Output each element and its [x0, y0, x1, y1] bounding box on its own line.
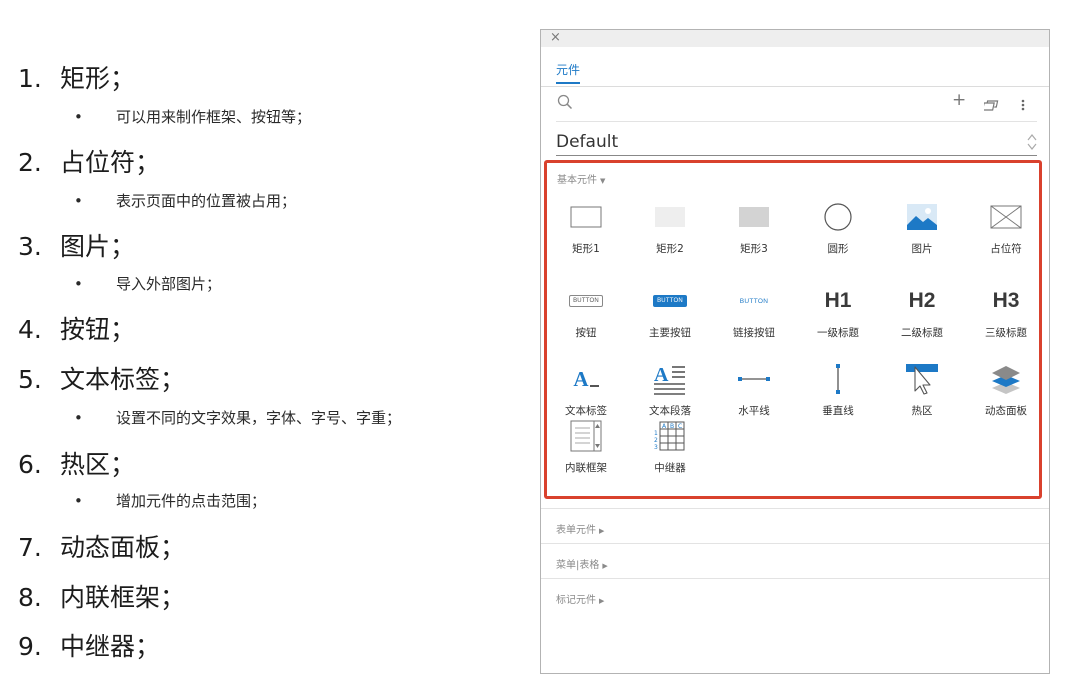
note-bullet-2: • 表示页面中的位置被占用； [74, 192, 297, 210]
repeater-icon: A B C 1 2 3 [630, 418, 710, 454]
widget-placeholder[interactable]: 占位符 [966, 199, 1046, 259]
widget-primary-button[interactable]: BUTTON 主要按钮 [630, 283, 710, 343]
basic-widgets-section: 基本元件 ▼ 矩形1 矩形2 矩形3 圆形 图片 占位符 BUTTON 按钮 B… [544, 160, 1042, 499]
widget-text-label[interactable]: A 文本标签 [546, 361, 626, 421]
inline-frame-icon [546, 418, 626, 454]
widget-dynamic-panel[interactable]: 动态面板 [966, 361, 1046, 421]
caret-down-icon: ▼ [600, 177, 606, 185]
primary-button-icon: BUTTON [630, 283, 710, 319]
section-form-widgets[interactable]: 表单元件 ▶ [541, 508, 1049, 544]
library-select[interactable]: Default [556, 131, 1037, 156]
widget-repeater[interactable]: A B C 1 2 3 中继器 [630, 418, 710, 478]
widget-rectangle-3[interactable]: 矩形3 [714, 199, 794, 259]
widget-heading-2[interactable]: H2 二级标题 [882, 283, 962, 343]
svg-text:1: 1 [654, 430, 658, 437]
widget-image[interactable]: 图片 [882, 199, 962, 259]
text-paragraph-icon: A [630, 361, 710, 397]
panel-titlebar: × [541, 30, 1049, 47]
note-bullet-3: • 导入外部图片； [74, 275, 222, 293]
rectangle-light-gray-icon [630, 199, 710, 235]
widget-text-paragraph[interactable]: A 文本段落 [630, 361, 710, 421]
search-icon[interactable] [557, 94, 573, 114]
button-icon: BUTTON [546, 283, 626, 319]
svg-text:2: 2 [654, 437, 658, 444]
vertical-line-icon [798, 361, 878, 397]
note-heading-8: 8. 内联框架； [18, 583, 186, 612]
widget-rectangle-1[interactable]: 矩形1 [546, 199, 626, 259]
widget-hotspot[interactable]: 热区 [882, 361, 962, 421]
more-options-icon[interactable] [1021, 96, 1025, 115]
widget-inline-frame[interactable]: 内联框架 [546, 418, 626, 478]
hotspot-icon [882, 361, 962, 397]
widget-button[interactable]: BUTTON 按钮 [546, 283, 626, 343]
note-heading-6: 6. 热区； [18, 450, 136, 479]
heading-2-icon: H2 [908, 289, 936, 312]
section-menu-table[interactable]: 菜单|表格 ▶ [541, 543, 1049, 579]
rectangle-outline-icon [546, 199, 626, 235]
add-library-icon[interactable]: + [952, 91, 966, 109]
chevron-updown-icon [1027, 133, 1037, 157]
note-heading-3: 3. 图片； [18, 232, 136, 261]
svg-text:C: C [678, 423, 682, 430]
divider [556, 121, 1037, 122]
widget-heading-3[interactable]: H3 三级标题 [966, 283, 1046, 343]
svg-text:3: 3 [654, 444, 658, 451]
note-heading-4: 4. 按钮； [18, 315, 136, 344]
heading-3-icon: H3 [992, 289, 1020, 312]
close-icon[interactable]: × [550, 31, 561, 45]
dynamic-panel-icon [966, 361, 1046, 397]
circle-icon [798, 199, 878, 235]
caret-right-icon: ▶ [602, 562, 608, 570]
note-bullet-5: • 设置不同的文字效果，字体、字号、字重； [74, 409, 402, 427]
caret-right-icon: ▶ [599, 597, 605, 605]
paragraph-letter: A [654, 364, 669, 386]
notes-list: 1. 矩形； • 可以用来制作框架、按钮等； 2. 占位符； • 表示页面中的位置被占用… [0, 0, 530, 685]
note-heading-2: 2. 占位符； [18, 148, 161, 177]
basic-widgets-header[interactable]: 基本元件 ▼ [557, 171, 605, 186]
library-select-value: Default [556, 132, 619, 152]
tab-widgets[interactable]: 元件 [556, 61, 581, 84]
widget-library-panel: × 元件 + Default 基本元件 ▼ 矩形1 矩形2 矩形3 圆形 图片 … [540, 29, 1050, 674]
note-heading-7: 7. 动态面板； [18, 533, 186, 562]
import-library-icon[interactable] [981, 96, 1000, 115]
widget-circle[interactable]: 圆形 [798, 199, 878, 259]
note-heading-9: 9. 中继器； [18, 632, 161, 661]
widget-horizontal-line[interactable]: 水平线 [714, 361, 794, 421]
widget-vertical-line[interactable]: 垂直线 [798, 361, 878, 421]
widget-link-button[interactable]: BUTTON 链接按钮 [714, 283, 794, 343]
note-heading-1: 1. 矩形； [18, 64, 136, 93]
placeholder-icon [966, 199, 1046, 235]
horizontal-line-icon [714, 361, 794, 397]
heading-1-icon: H1 [824, 289, 852, 312]
link-button-icon: BUTTON [739, 297, 769, 305]
note-bullet-1: • 可以用来制作框架、按钮等； [74, 108, 312, 126]
image-icon [882, 199, 962, 235]
rectangle-dark-gray-icon [714, 199, 794, 235]
note-bullet-6: • 增加元件的点击范围； [74, 492, 267, 510]
note-heading-5: 5. 文本标签； [18, 365, 186, 394]
svg-text:B: B [670, 423, 674, 430]
section-markup-widgets[interactable]: 标记元件 ▶ [541, 578, 1049, 614]
widget-rectangle-2[interactable]: 矩形2 [630, 199, 710, 259]
tab-bar: 元件 [541, 47, 1049, 87]
text-label-icon: A [546, 361, 626, 397]
widget-heading-1[interactable]: H1 一级标题 [798, 283, 878, 343]
caret-right-icon: ▶ [599, 527, 605, 535]
